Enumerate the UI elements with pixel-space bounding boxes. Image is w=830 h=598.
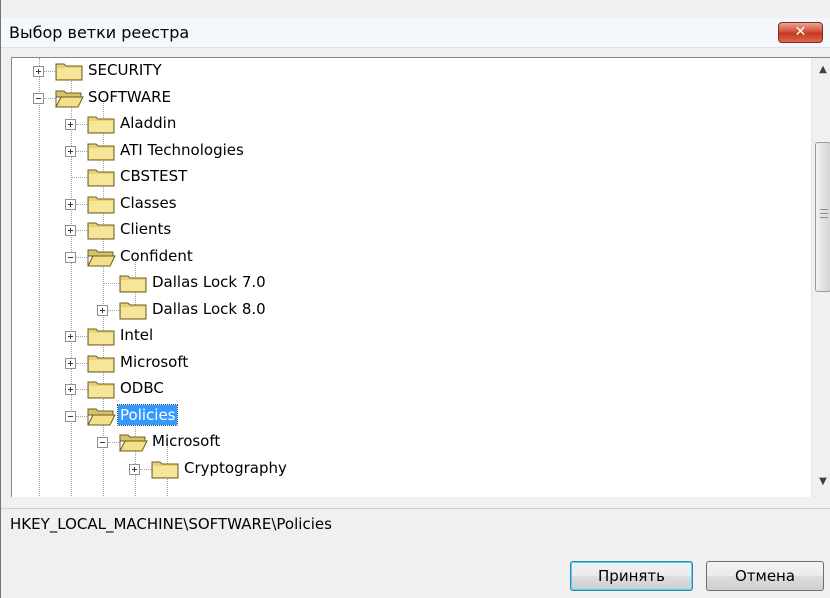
scroll-down-arrow-icon[interactable]: ▼ bbox=[812, 472, 830, 492]
tree-node-label[interactable]: CBSTEST bbox=[118, 166, 189, 186]
tree-node[interactable]: Classes bbox=[12, 191, 792, 217]
tree-node-label[interactable]: Aladdin bbox=[118, 113, 178, 133]
tree-node-label[interactable]: Dallas Lock 7.0 bbox=[150, 272, 268, 292]
expand-plus-icon[interactable] bbox=[65, 119, 76, 130]
cancel-button[interactable]: Отмена bbox=[706, 561, 824, 591]
tree-node[interactable]: Microsoft bbox=[12, 429, 792, 455]
close-button[interactable]: ✕ bbox=[778, 22, 823, 43]
registry-tree[interactable]: SECURITY SOFTWARE Aladdin ATI Technologies C… bbox=[11, 57, 830, 497]
expand-plus-icon[interactable] bbox=[65, 358, 76, 369]
folder-open-icon bbox=[55, 88, 84, 109]
close-icon: ✕ bbox=[794, 24, 807, 40]
tree-node-label[interactable]: Clients bbox=[118, 219, 173, 239]
tree-connector bbox=[71, 177, 87, 178]
collapse-minus-icon[interactable] bbox=[65, 411, 76, 422]
tree-node[interactable]: Microsoft bbox=[12, 350, 792, 376]
tree-node[interactable]: Aladdin bbox=[12, 111, 792, 137]
tree-node-label[interactable]: Classes bbox=[118, 193, 179, 213]
tree-node-label[interactable]: SOFTWARE bbox=[86, 87, 173, 107]
tree-node-label[interactable]: Dallas Lock 8.0 bbox=[150, 299, 268, 319]
folder-icon bbox=[151, 459, 180, 480]
selected-path-text: HKEY_LOCAL_MACHINE\SOFTWARE\Policies bbox=[10, 515, 332, 533]
expand-plus-icon[interactable] bbox=[65, 384, 76, 395]
tree-node-label[interactable]: Microsoft bbox=[118, 352, 190, 372]
tree-node[interactable]: ODBC bbox=[12, 376, 792, 402]
tree-node[interactable]: Intel bbox=[12, 323, 792, 349]
folder-icon bbox=[87, 114, 116, 135]
tree-node[interactable]: CBSTEST bbox=[12, 164, 792, 190]
scrollbar-thumb[interactable] bbox=[815, 142, 830, 292]
tree-node-label[interactable]: Microsoft bbox=[150, 431, 222, 451]
folder-icon bbox=[119, 300, 148, 321]
title-bar[interactable]: Выбор ветки реестра ✕ bbox=[1, 18, 830, 48]
expand-plus-icon[interactable] bbox=[33, 66, 44, 77]
tree-node-label[interactable]: Confident bbox=[118, 246, 195, 266]
tree-node[interactable]: SECURITY bbox=[12, 58, 792, 84]
scrollbar-grip-icon bbox=[820, 209, 828, 218]
tree-connector bbox=[103, 283, 119, 284]
folder-open-icon bbox=[87, 247, 116, 268]
expand-plus-icon[interactable] bbox=[97, 305, 108, 316]
selected-path-bar: HKEY_LOCAL_MACHINE\SOFTWARE\Policies bbox=[1, 508, 830, 542]
window-title: Выбор ветки реестра bbox=[9, 23, 190, 42]
expand-plus-icon[interactable] bbox=[65, 225, 76, 236]
folder-icon bbox=[87, 141, 116, 162]
tree-node[interactable]: Cryptography bbox=[12, 456, 792, 482]
tree-node-label[interactable]: ATI Technologies bbox=[118, 140, 246, 160]
accept-button[interactable]: Принять bbox=[570, 561, 693, 591]
tree-node-label[interactable]: ODBC bbox=[118, 378, 166, 398]
expand-plus-icon[interactable] bbox=[65, 199, 76, 210]
vertical-scrollbar[interactable]: ▲ ▼ bbox=[811, 58, 830, 497]
folder-icon bbox=[87, 220, 116, 241]
folder-icon bbox=[87, 194, 116, 215]
tree-node[interactable]: ATI Technologies bbox=[12, 138, 792, 164]
folder-icon bbox=[87, 353, 116, 374]
tree-node[interactable]: Dallas Lock 8.0 bbox=[12, 297, 792, 323]
tree-node[interactable]: Policies bbox=[12, 403, 792, 429]
tree-node[interactable]: Confident bbox=[12, 244, 792, 270]
folder-open-icon bbox=[87, 406, 116, 427]
tree-node-label[interactable]: SECURITY bbox=[86, 60, 164, 80]
expand-plus-icon[interactable] bbox=[65, 146, 76, 157]
folder-icon bbox=[87, 167, 116, 188]
collapse-minus-icon[interactable] bbox=[33, 93, 44, 104]
scroll-up-arrow-icon[interactable]: ▲ bbox=[812, 60, 830, 80]
registry-branch-dialog: Выбор ветки реестра ✕ SECURITY SOFTWARE Al… bbox=[0, 0, 830, 598]
collapse-minus-icon[interactable] bbox=[97, 437, 108, 448]
folder-icon bbox=[87, 326, 116, 347]
expand-plus-icon[interactable] bbox=[129, 464, 140, 475]
tree-node-label[interactable]: Intel bbox=[118, 325, 155, 345]
folder-icon bbox=[55, 61, 84, 82]
folder-open-icon bbox=[119, 432, 148, 453]
folder-icon bbox=[119, 273, 148, 294]
collapse-minus-icon[interactable] bbox=[65, 252, 76, 263]
tree-node-label[interactable]: Cryptography bbox=[182, 458, 289, 478]
tree-node-label[interactable]: Policies bbox=[116, 404, 179, 426]
tree-node[interactable]: SOFTWARE bbox=[12, 85, 792, 111]
tree-node[interactable]: Dallas Lock 7.0 bbox=[12, 270, 792, 296]
folder-icon bbox=[87, 379, 116, 400]
tree-node[interactable]: Clients bbox=[12, 217, 792, 243]
expand-plus-icon[interactable] bbox=[65, 331, 76, 342]
